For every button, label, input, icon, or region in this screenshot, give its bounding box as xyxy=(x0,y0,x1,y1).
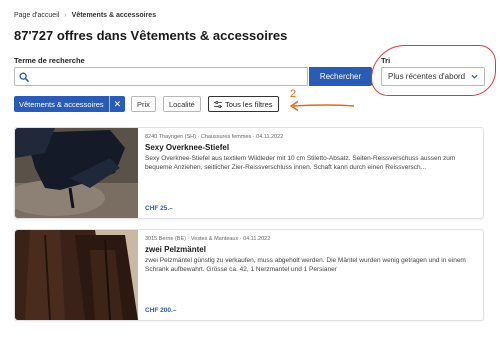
page-title: 87'727 offres dans Vêtements & accessoir… xyxy=(14,28,288,43)
listing-card[interactable]: 8240 Thayngen (SH) · Chaussures femmes ·… xyxy=(14,127,484,219)
search-field[interactable] xyxy=(14,67,308,86)
all-filters-label: Tous les filtres xyxy=(225,99,273,109)
listing-image-fur-coats[interactable] xyxy=(15,230,138,320)
close-icon[interactable]: ✕ xyxy=(108,96,126,112)
annotation-circle xyxy=(371,45,496,96)
annotation-arrow-icon xyxy=(289,100,355,112)
search-button[interactable]: Rechercher xyxy=(309,67,372,86)
sliders-icon xyxy=(214,100,222,108)
breadcrumb: Page d'accueil › Vêtements & accessoires xyxy=(14,12,156,19)
listing-description: Sexy Overknee-Stiefel aus textilem Wildl… xyxy=(145,155,456,171)
all-filters-button[interactable]: Tous les filtres xyxy=(208,96,279,112)
filter-chip-category[interactable]: Vêtements & accessoires ✕ xyxy=(14,96,126,112)
listing-card[interactable]: 3015 Berne (BE) · Vestes & Manteaux · 04… xyxy=(14,229,484,321)
listing-meta: 8240 Thayngen (SH) · Chaussures femmes ·… xyxy=(145,134,284,140)
annotation-number: 2 xyxy=(290,88,297,100)
listing-title[interactable]: zwei Pelzmäntel xyxy=(145,245,206,254)
listing-meta: 3015 Berne (BE) · Vestes & Manteaux · 04… xyxy=(145,236,271,242)
breadcrumb-home-link[interactable]: Page d'accueil xyxy=(14,12,59,19)
listing-price: CHF 25.– xyxy=(145,205,173,212)
listing-title[interactable]: Sexy Overknee-Stiefel xyxy=(145,143,229,152)
search-label: Terme de recherche xyxy=(14,56,85,65)
listing-price: CHF 200.– xyxy=(145,307,177,314)
search-input[interactable] xyxy=(33,69,307,86)
filter-chip-location[interactable]: Localité xyxy=(163,96,201,112)
listing-description: zwei Pelzmäntel günstig zu verkaufen, mu… xyxy=(145,257,466,273)
filter-chip-category-label: Vêtements & accessoires xyxy=(19,99,104,109)
listing-image-boots[interactable] xyxy=(15,128,138,218)
breadcrumb-current: Vêtements & accessoires xyxy=(71,12,157,19)
breadcrumb-separator: › xyxy=(64,12,67,19)
filter-chip-price[interactable]: Prix xyxy=(131,96,156,112)
search-icon xyxy=(19,72,29,82)
